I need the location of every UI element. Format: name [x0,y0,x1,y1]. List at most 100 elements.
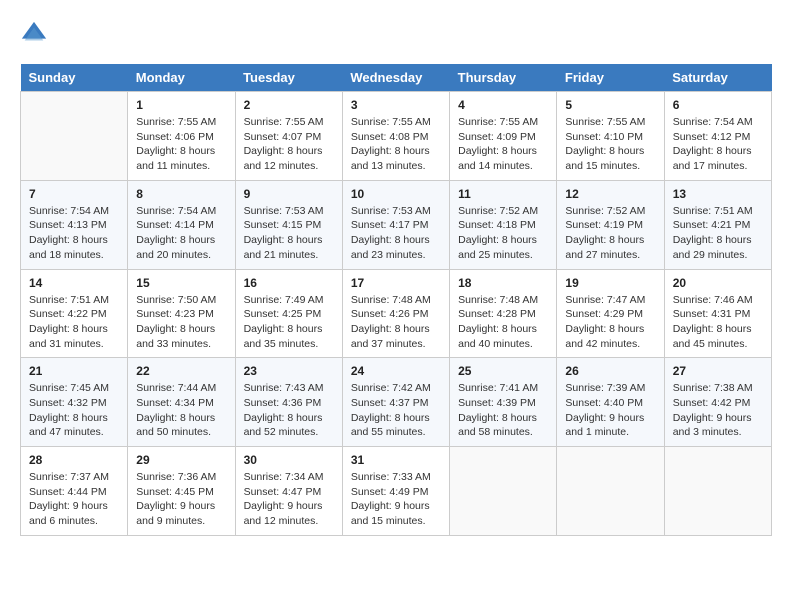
header-row: SundayMondayTuesdayWednesdayThursdayFrid… [21,64,772,92]
calendar-cell: 17 Sunrise: 7:48 AM Sunset: 4:26 PM Dayli… [342,269,449,358]
day-info: Sunrise: 7:44 AM Sunset: 4:34 PM Dayligh… [136,381,226,440]
calendar-cell [21,92,128,181]
calendar-cell: 21 Sunrise: 7:45 AM Sunset: 4:32 PM Dayli… [21,358,128,447]
day-info: Sunrise: 7:34 AM Sunset: 4:47 PM Dayligh… [244,470,334,529]
day-info: Sunrise: 7:45 AM Sunset: 4:32 PM Dayligh… [29,381,119,440]
day-number: 9 [244,187,334,201]
day-number: 31 [351,453,441,467]
calendar-cell: 20Sunrise: 7:46 AM Sunset: 4:31 PM Dayli… [664,269,771,358]
day-number: 2 [244,98,334,112]
calendar-week-3: 14 Sunrise: 7:51 AM Sunset: 4:22 PM Dayli… [21,269,772,358]
day-info: Sunrise: 7:38 AM Sunset: 4:42 PM Dayligh… [673,381,763,440]
day-number: 12 [565,187,655,201]
day-info: Sunrise: 7:48 AM Sunset: 4:26 PM Dayligh… [351,293,441,352]
day-number: 21 [29,364,119,378]
calendar-cell: 24Sunrise: 7:42 AM Sunset: 4:37 PM Dayli… [342,358,449,447]
calendar-cell: 22 Sunrise: 7:44 AM Sunset: 4:34 PM Dayli… [128,358,235,447]
calendar-cell: 5Sunrise: 7:55 AM Sunset: 4:10 PM Daylig… [557,92,664,181]
calendar-week-2: 7 Sunrise: 7:54 AM Sunset: 4:13 PM Daylig… [21,180,772,269]
calendar-cell: 4Sunrise: 7:55 AM Sunset: 4:09 PM Daylig… [450,92,557,181]
header-cell-saturday: Saturday [664,64,771,92]
day-info: Sunrise: 7:49 AM Sunset: 4:25 PM Dayligh… [244,293,334,352]
calendar-cell: 14 Sunrise: 7:51 AM Sunset: 4:22 PM Dayli… [21,269,128,358]
day-info: Sunrise: 7:55 AM Sunset: 4:09 PM Dayligh… [458,115,548,174]
day-number: 30 [244,453,334,467]
day-info: Sunrise: 7:51 AM Sunset: 4:21 PM Dayligh… [673,204,763,263]
calendar-cell: 1 Sunrise: 7:55 AM Sunset: 4:06 PM Daylig… [128,92,235,181]
calendar-cell: 12 Sunrise: 7:52 AM Sunset: 4:19 PM Dayli… [557,180,664,269]
day-number: 23 [244,364,334,378]
day-number: 14 [29,276,119,290]
calendar-week-4: 21 Sunrise: 7:45 AM Sunset: 4:32 PM Dayli… [21,358,772,447]
day-info: Sunrise: 7:53 AM Sunset: 4:15 PM Dayligh… [244,204,334,263]
header-cell-wednesday: Wednesday [342,64,449,92]
logo [20,20,52,48]
day-info: Sunrise: 7:54 AM Sunset: 4:12 PM Dayligh… [673,115,763,174]
day-number: 10 [351,187,441,201]
calendar-header: SundayMondayTuesdayWednesdayThursdayFrid… [21,64,772,92]
day-number: 18 [458,276,548,290]
header-cell-monday: Monday [128,64,235,92]
day-info: Sunrise: 7:37 AM Sunset: 4:44 PM Dayligh… [29,470,119,529]
calendar-body: 1 Sunrise: 7:55 AM Sunset: 4:06 PM Daylig… [21,92,772,536]
day-number: 15 [136,276,226,290]
calendar-cell: 2 Sunrise: 7:55 AM Sunset: 4:07 PM Daylig… [235,92,342,181]
calendar-cell: 27 Sunrise: 7:38 AM Sunset: 4:42 PM Dayli… [664,358,771,447]
day-info: Sunrise: 7:50 AM Sunset: 4:23 PM Dayligh… [136,293,226,352]
calendar-cell: 6 Sunrise: 7:54 AM Sunset: 4:12 PM Daylig… [664,92,771,181]
day-number: 17 [351,276,441,290]
day-number: 25 [458,364,548,378]
calendar-cell: 10 Sunrise: 7:53 AM Sunset: 4:17 PM Dayli… [342,180,449,269]
calendar-cell: 31 Sunrise: 7:33 AM Sunset: 4:49 PM Dayli… [342,447,449,536]
day-number: 6 [673,98,763,112]
day-info: Sunrise: 7:51 AM Sunset: 4:22 PM Dayligh… [29,293,119,352]
calendar-cell: 19Sunrise: 7:47 AM Sunset: 4:29 PM Dayli… [557,269,664,358]
day-number: 7 [29,187,119,201]
day-number: 16 [244,276,334,290]
day-info: Sunrise: 7:54 AM Sunset: 4:13 PM Dayligh… [29,204,119,263]
calendar-cell: 29Sunrise: 7:36 AM Sunset: 4:45 PM Dayli… [128,447,235,536]
day-info: Sunrise: 7:55 AM Sunset: 4:07 PM Dayligh… [244,115,334,174]
page-header [20,20,772,48]
calendar-cell: 30 Sunrise: 7:34 AM Sunset: 4:47 PM Dayli… [235,447,342,536]
day-number: 1 [136,98,226,112]
calendar-cell: 28 Sunrise: 7:37 AM Sunset: 4:44 PM Dayli… [21,447,128,536]
calendar-cell: 26 Sunrise: 7:39 AM Sunset: 4:40 PM Dayli… [557,358,664,447]
day-info: Sunrise: 7:46 AM Sunset: 4:31 PM Dayligh… [673,293,763,352]
day-info: Sunrise: 7:36 AM Sunset: 4:45 PM Dayligh… [136,470,226,529]
day-info: Sunrise: 7:47 AM Sunset: 4:29 PM Dayligh… [565,293,655,352]
calendar-week-1: 1 Sunrise: 7:55 AM Sunset: 4:06 PM Daylig… [21,92,772,181]
calendar-cell: 18 Sunrise: 7:48 AM Sunset: 4:28 PM Dayli… [450,269,557,358]
header-cell-thursday: Thursday [450,64,557,92]
day-number: 27 [673,364,763,378]
calendar-cell: 8Sunrise: 7:54 AM Sunset: 4:14 PM Daylig… [128,180,235,269]
header-cell-tuesday: Tuesday [235,64,342,92]
calendar-cell: 15 Sunrise: 7:50 AM Sunset: 4:23 PM Dayli… [128,269,235,358]
day-info: Sunrise: 7:53 AM Sunset: 4:17 PM Dayligh… [351,204,441,263]
day-number: 24 [351,364,441,378]
day-info: Sunrise: 7:41 AM Sunset: 4:39 PM Dayligh… [458,381,548,440]
calendar-week-5: 28 Sunrise: 7:37 AM Sunset: 4:44 PM Dayli… [21,447,772,536]
logo-icon [20,20,48,48]
calendar-cell: 25 Sunrise: 7:41 AM Sunset: 4:39 PM Dayli… [450,358,557,447]
day-number: 26 [565,364,655,378]
calendar-cell: 3Sunrise: 7:55 AM Sunset: 4:08 PM Daylig… [342,92,449,181]
day-info: Sunrise: 7:55 AM Sunset: 4:06 PM Dayligh… [136,115,226,174]
day-number: 13 [673,187,763,201]
calendar-cell: 7 Sunrise: 7:54 AM Sunset: 4:13 PM Daylig… [21,180,128,269]
header-cell-sunday: Sunday [21,64,128,92]
header-cell-friday: Friday [557,64,664,92]
day-info: Sunrise: 7:52 AM Sunset: 4:19 PM Dayligh… [565,204,655,263]
day-info: Sunrise: 7:48 AM Sunset: 4:28 PM Dayligh… [458,293,548,352]
day-number: 28 [29,453,119,467]
calendar-cell [664,447,771,536]
day-info: Sunrise: 7:39 AM Sunset: 4:40 PM Dayligh… [565,381,655,440]
day-number: 22 [136,364,226,378]
calendar-cell: 13 Sunrise: 7:51 AM Sunset: 4:21 PM Dayli… [664,180,771,269]
day-number: 3 [351,98,441,112]
day-number: 11 [458,187,548,201]
day-info: Sunrise: 7:33 AM Sunset: 4:49 PM Dayligh… [351,470,441,529]
calendar-cell: 11 Sunrise: 7:52 AM Sunset: 4:18 PM Dayli… [450,180,557,269]
day-info: Sunrise: 7:52 AM Sunset: 4:18 PM Dayligh… [458,204,548,263]
calendar-cell: 16 Sunrise: 7:49 AM Sunset: 4:25 PM Dayli… [235,269,342,358]
